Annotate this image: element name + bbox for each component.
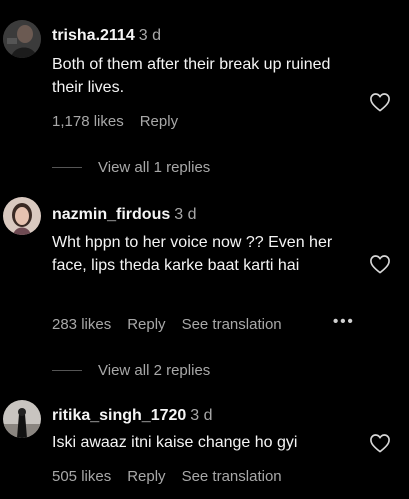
comment-text: Iski awaaz itni kaise change ho gyi <box>52 434 298 451</box>
comment-actions: 1,178 likes Reply <box>52 113 178 130</box>
see-translation-button[interactable]: See translation <box>182 468 282 485</box>
heart-icon[interactable] <box>369 433 391 453</box>
comment-header: trisha.2114 3 d <box>52 27 161 45</box>
heart-icon[interactable] <box>369 254 391 274</box>
reply-button[interactable]: Reply <box>127 468 165 485</box>
heart-icon[interactable] <box>369 92 391 112</box>
comment-text: Wht hppn to her voice now ?? Even her fa… <box>52 234 333 274</box>
see-translation-button[interactable]: See translation <box>182 316 282 333</box>
username[interactable]: ritika_singh_1720 <box>52 407 186 424</box>
avatar[interactable] <box>3 197 41 235</box>
comment-header: nazmin_firdous 3 d <box>52 206 196 224</box>
avatar-image <box>3 197 41 235</box>
likes-count[interactable]: 283 likes <box>52 316 111 333</box>
username[interactable]: nazmin_firdous <box>52 206 170 223</box>
avatar-image <box>3 400 41 438</box>
timestamp: 3 d <box>190 407 213 424</box>
reply-button[interactable]: Reply <box>140 113 178 130</box>
username[interactable]: trisha.2114 <box>52 27 135 44</box>
timestamp: 3 d <box>138 27 161 44</box>
comment-header: ritika_singh_1720 3 d <box>52 407 213 425</box>
replies-divider <box>52 167 82 168</box>
view-replies-label: View all 2 replies <box>98 362 211 379</box>
avatar[interactable] <box>3 20 41 58</box>
reply-button[interactable]: Reply <box>127 316 165 333</box>
likes-count[interactable]: 505 likes <box>52 468 111 485</box>
replies-divider <box>52 370 82 371</box>
comment-actions: 283 likes Reply See translation <box>52 316 282 333</box>
more-options-icon[interactable]: ••• <box>333 313 355 330</box>
view-replies-button[interactable]: View all 2 replies <box>52 362 210 379</box>
avatar[interactable] <box>3 400 41 438</box>
timestamp: 3 d <box>174 206 197 223</box>
comment-actions: 505 likes Reply See translation <box>52 468 282 485</box>
likes-count[interactable]: 1,178 likes <box>52 113 124 130</box>
avatar-image <box>3 20 41 58</box>
view-replies-button[interactable]: View all 1 replies <box>52 159 210 176</box>
comment-text: Both of them after their break up ruined… <box>52 56 331 96</box>
view-replies-label: View all 1 replies <box>98 159 211 176</box>
